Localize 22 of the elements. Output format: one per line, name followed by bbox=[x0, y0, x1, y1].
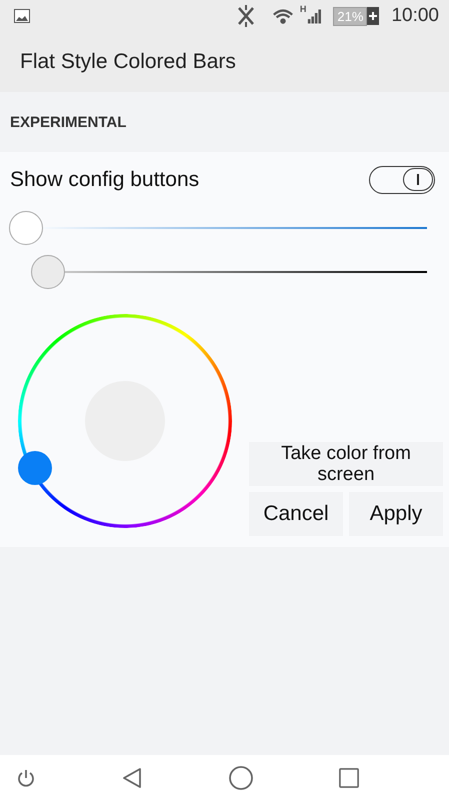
cancel-button[interactable]: Cancel bbox=[249, 492, 343, 536]
slider-thumb[interactable] bbox=[31, 255, 65, 289]
network-type-label: H bbox=[300, 4, 306, 14]
take-color-button[interactable]: Take color from screen bbox=[249, 442, 443, 486]
recents-icon[interactable] bbox=[338, 766, 359, 788]
app-title: Flat Style Colored Bars bbox=[20, 50, 236, 74]
clock: 10:00 bbox=[391, 5, 439, 27]
back-icon[interactable] bbox=[122, 766, 142, 788]
image-icon bbox=[14, 9, 30, 23]
home-icon[interactable] bbox=[228, 766, 253, 790]
bluetooth-off-icon bbox=[236, 5, 256, 27]
toggle-switch[interactable] bbox=[369, 166, 435, 194]
section-header: EXPERIMENTAL bbox=[10, 114, 126, 130]
wifi-icon bbox=[272, 8, 294, 24]
slider-track[interactable] bbox=[9, 211, 427, 245]
charging-icon bbox=[367, 7, 380, 25]
slider-thumb[interactable] bbox=[9, 211, 43, 245]
signal-icon bbox=[307, 8, 322, 24]
slider-track[interactable] bbox=[31, 255, 427, 289]
apply-button[interactable]: Apply bbox=[349, 492, 443, 536]
battery-label: 21% bbox=[333, 6, 368, 26]
setting-label: Show config buttons bbox=[10, 168, 200, 192]
